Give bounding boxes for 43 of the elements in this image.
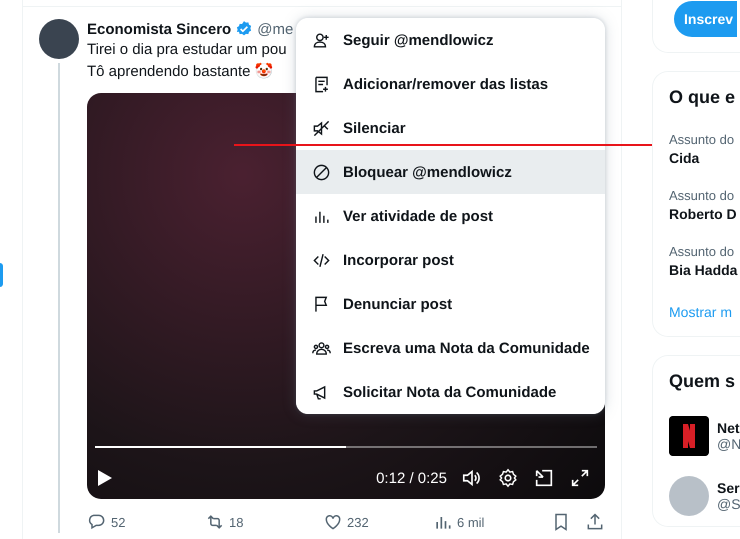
fullscreen-icon[interactable] — [569, 467, 591, 489]
menu-item[interactable]: Escreva uma Nota da Comunidade — [296, 326, 605, 370]
menu-item[interactable]: Denunciar post — [296, 282, 605, 326]
picture-in-picture-icon[interactable] — [533, 467, 555, 489]
menu-item[interactable]: Ver atividade de post — [296, 194, 605, 238]
account-handle: @N — [717, 436, 740, 452]
action-count: 6 mil — [457, 514, 484, 530]
trend-item[interactable]: Assunto do Bia Hadda — [653, 234, 740, 290]
menu-item[interactable]: Bloquear @mendlowicz — [296, 150, 605, 194]
menu-item[interactable]: Seguir @mendlowicz — [296, 18, 605, 62]
person-plus-icon — [312, 30, 331, 50]
volume-icon[interactable] — [461, 467, 483, 489]
action-count: 18 — [229, 514, 244, 530]
author-name[interactable]: Economista Sincero — [87, 20, 232, 38]
card-title: Quem s — [668, 370, 736, 393]
menu-item[interactable]: Adicionar/remover das listas — [296, 62, 605, 106]
action-count: 232 — [347, 514, 369, 530]
video-time: 0:12 / 0:25 — [376, 470, 447, 486]
muted-speaker-icon — [312, 118, 331, 138]
avatar[interactable] — [39, 19, 79, 59]
menu-item[interactable]: Silenciar — [296, 106, 605, 150]
repost-icon[interactable] — [205, 512, 225, 532]
post-text: Tirei o dia pra estudar um pou — [87, 40, 287, 60]
menu-item[interactable]: Solicitar Nota da Comunidade — [296, 370, 605, 414]
menu-item[interactable]: Incorporar post — [296, 238, 605, 282]
list-plus-icon — [312, 74, 331, 94]
author-handle[interactable]: @me — [257, 20, 294, 38]
heart-icon[interactable] — [323, 512, 343, 532]
share-icon[interactable] — [585, 512, 605, 532]
reply-icon[interactable] — [87, 512, 107, 532]
logo-icon[interactable] — [669, 416, 709, 456]
post-text: Tô aprendendo bastante 🤡 — [87, 62, 274, 82]
block-icon — [312, 162, 331, 182]
trend-item[interactable]: Assunto do Cida — [653, 122, 740, 178]
settings-icon[interactable] — [497, 467, 519, 489]
play-icon[interactable] — [95, 469, 113, 487]
action-count: 52 — [111, 514, 126, 530]
button-edge[interactable] — [0, 263, 3, 287]
account-name[interactable]: Net — [717, 420, 740, 436]
card-title: O que e — [668, 86, 736, 109]
account-name[interactable]: Ser — [717, 480, 740, 496]
trend-item[interactable]: Assunto do Roberto D — [653, 178, 740, 234]
account-handle: @S — [717, 496, 740, 512]
